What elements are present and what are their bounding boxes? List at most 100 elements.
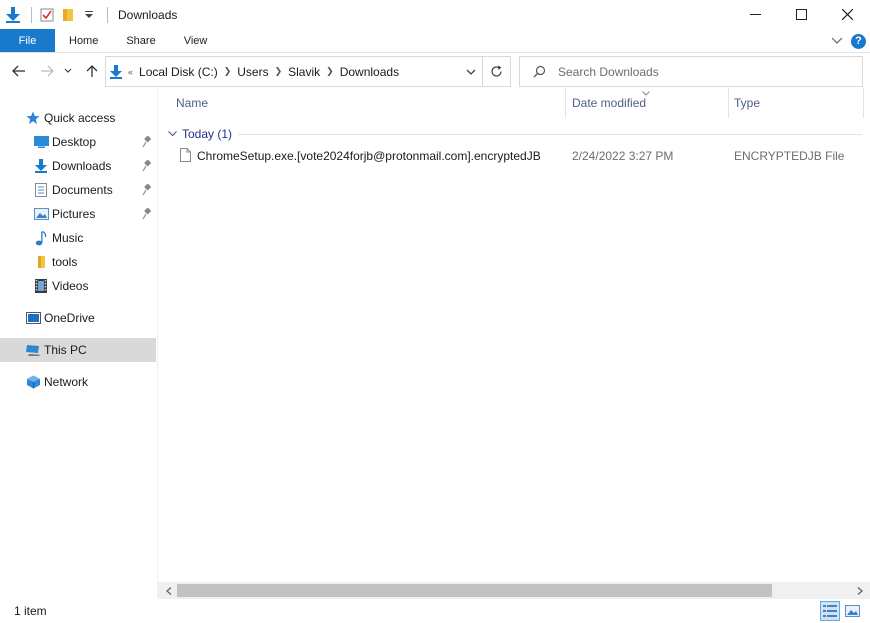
sidebar-item-label: Quick access bbox=[44, 111, 116, 125]
group-label: Today (1) bbox=[182, 127, 233, 141]
sidebar-item-desktop[interactable]: Desktop bbox=[0, 130, 156, 154]
view-switcher bbox=[820, 601, 862, 621]
sidebar-item-label: OneDrive bbox=[44, 311, 95, 325]
forward-button[interactable] bbox=[35, 59, 59, 83]
download-icon bbox=[33, 158, 49, 174]
toolbar-separator bbox=[31, 6, 32, 23]
quick-access-toolbar bbox=[0, 0, 114, 29]
sidebar-item-quick-access[interactable]: Quick access bbox=[0, 106, 156, 130]
scroll-right-button[interactable] bbox=[851, 582, 868, 599]
sidebar-item-videos[interactable]: Videos bbox=[0, 274, 156, 298]
file-name: ChromeSetup.exe.[vote2024forjb@protonmai… bbox=[197, 149, 541, 163]
sidebar-item-label: Pictures bbox=[52, 207, 96, 221]
sidebar-item-network[interactable]: Network bbox=[0, 370, 156, 394]
column-header-date-modified[interactable]: Date modified bbox=[572, 88, 728, 118]
status-bar: 1 item bbox=[0, 599, 870, 623]
window-controls bbox=[732, 0, 870, 29]
sidebar-item-downloads[interactable]: Downloads bbox=[0, 154, 156, 178]
pictures-icon bbox=[33, 206, 49, 222]
back-button[interactable] bbox=[7, 59, 31, 83]
column-divider[interactable] bbox=[863, 88, 864, 118]
tab-view[interactable]: View bbox=[170, 29, 222, 52]
group-header-today[interactable]: Today (1) bbox=[168, 126, 862, 142]
breadcrumb-downloads[interactable]: Downloads bbox=[336, 65, 403, 79]
properties-icon[interactable] bbox=[38, 6, 56, 24]
file-type: ENCRYPTEDJB File bbox=[734, 149, 845, 163]
minimize-button[interactable] bbox=[732, 0, 778, 29]
address-dropdown-button[interactable] bbox=[460, 69, 482, 75]
breadcrumb-users[interactable]: Users bbox=[233, 65, 272, 79]
new-folder-icon[interactable] bbox=[59, 6, 77, 24]
tab-share[interactable]: Share bbox=[112, 29, 169, 52]
search-input[interactable] bbox=[558, 64, 848, 79]
maximize-button[interactable] bbox=[778, 0, 824, 29]
sidebar-item-pictures[interactable]: Pictures bbox=[0, 202, 156, 226]
file-date-modified: 2/24/2022 3:27 PM bbox=[572, 149, 674, 163]
pin-icon[interactable] bbox=[141, 135, 153, 149]
chevron-right-icon[interactable]: ❯ bbox=[324, 66, 336, 77]
documents-icon bbox=[33, 182, 49, 198]
column-header-type[interactable]: Type bbox=[734, 88, 864, 118]
toolbar-separator bbox=[107, 6, 108, 23]
search-icon bbox=[520, 65, 558, 78]
large-icons-view-button[interactable] bbox=[842, 601, 862, 621]
pin-icon[interactable] bbox=[141, 183, 153, 197]
scrollbar-thumb[interactable] bbox=[177, 584, 772, 597]
sidebar-item-this-pc[interactable]: This PC bbox=[0, 338, 156, 362]
music-icon bbox=[33, 230, 49, 246]
file-list: Name Date modified Type Today (1) Chrome… bbox=[158, 88, 870, 582]
navigation-row: « Local Disk (C:) ❯ Users ❯ Slavik ❯ Dow… bbox=[0, 55, 870, 88]
onedrive-icon bbox=[25, 310, 41, 326]
close-button[interactable] bbox=[824, 0, 870, 29]
desktop-icon bbox=[33, 134, 49, 150]
customize-toolbar-icon[interactable] bbox=[80, 6, 98, 24]
sidebar-item-onedrive[interactable]: OneDrive bbox=[0, 306, 156, 330]
recent-locations-button[interactable] bbox=[60, 59, 76, 83]
chevron-down-icon[interactable] bbox=[168, 131, 177, 137]
chevron-right-icon[interactable]: ❯ bbox=[222, 66, 234, 77]
group-divider bbox=[238, 134, 862, 135]
pin-icon[interactable] bbox=[141, 207, 153, 221]
sidebar-item-label: tools bbox=[52, 255, 78, 269]
tab-home[interactable]: Home bbox=[55, 29, 112, 52]
window-title: Downloads bbox=[118, 7, 178, 22]
tab-file[interactable]: File bbox=[0, 29, 55, 52]
folder-icon bbox=[33, 254, 49, 270]
scroll-left-button[interactable] bbox=[160, 582, 177, 599]
sidebar-item-label: Downloads bbox=[52, 159, 112, 173]
title-bar: Downloads bbox=[0, 0, 870, 29]
sidebar-item-tools[interactable]: tools bbox=[0, 250, 156, 274]
column-divider[interactable] bbox=[565, 88, 566, 118]
pin-icon[interactable] bbox=[141, 159, 153, 173]
search-box[interactable] bbox=[519, 56, 863, 87]
help-button[interactable]: ? bbox=[851, 33, 866, 49]
sidebar-item-music[interactable]: Music bbox=[0, 226, 156, 250]
sidebar-item-label: Desktop bbox=[52, 135, 97, 149]
download-arrow-icon[interactable] bbox=[4, 6, 22, 24]
sidebar-item-label: This PC bbox=[44, 343, 87, 357]
videos-icon bbox=[33, 278, 49, 294]
chevron-right-icon[interactable]: ❯ bbox=[273, 66, 285, 77]
details-view-button[interactable] bbox=[820, 601, 840, 621]
item-count: 1 item bbox=[14, 604, 47, 618]
computer-icon bbox=[25, 342, 41, 358]
address-bar[interactable]: « Local Disk (C:) ❯ Users ❯ Slavik ❯ Dow… bbox=[105, 56, 483, 87]
breadcrumb-local-disk[interactable]: Local Disk (C:) bbox=[135, 65, 222, 79]
column-header-name[interactable]: Name bbox=[176, 88, 566, 118]
downloads-location-icon bbox=[110, 64, 122, 79]
navigation-pane: Quick access Desktop Downloads Documents bbox=[0, 96, 156, 592]
up-button[interactable] bbox=[80, 59, 104, 83]
breadcrumb-slavik[interactable]: Slavik bbox=[284, 65, 324, 79]
refresh-button[interactable] bbox=[483, 56, 511, 87]
star-icon bbox=[25, 110, 41, 126]
column-divider[interactable] bbox=[728, 88, 729, 118]
network-icon bbox=[25, 374, 41, 390]
horizontal-scrollbar[interactable] bbox=[158, 582, 870, 599]
file-row[interactable]: ChromeSetup.exe.[vote2024forjb@protonmai… bbox=[170, 146, 862, 168]
chevron-right-icon: « bbox=[128, 66, 134, 77]
sidebar-item-label: Music bbox=[52, 231, 84, 245]
sidebar-item-documents[interactable]: Documents bbox=[0, 178, 156, 202]
sidebar-item-label: Network bbox=[44, 375, 89, 389]
expand-ribbon-icon[interactable] bbox=[831, 34, 843, 48]
sidebar-item-label: Documents bbox=[52, 183, 113, 197]
